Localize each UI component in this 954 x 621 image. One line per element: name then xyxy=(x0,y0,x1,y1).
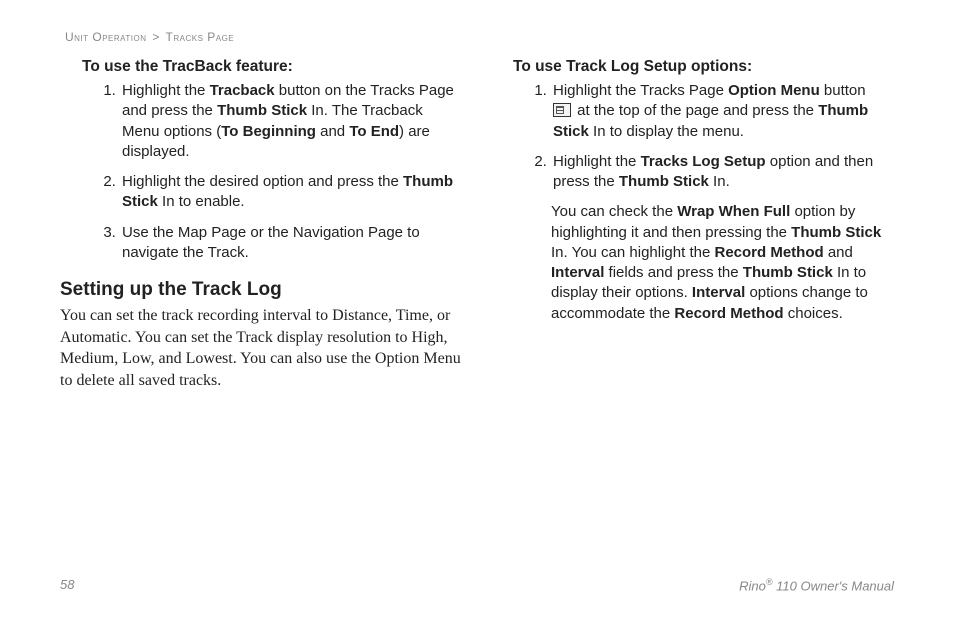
tracklog-step-2: Highlight the Tracks Log Setup option an… xyxy=(551,152,888,193)
text: at the top of the page and press the xyxy=(573,102,818,119)
text: Highlight the xyxy=(553,153,641,170)
section-paragraph: You can set the track recording interval… xyxy=(60,305,463,391)
bold: Record Method xyxy=(674,305,783,322)
option-menu-icon xyxy=(553,103,571,117)
brand: Rino xyxy=(739,578,766,593)
right-column: To use Track Log Setup options: Highligh… xyxy=(491,58,894,391)
bold: Thumb Stick xyxy=(743,264,833,281)
bold: Tracks Log Setup xyxy=(641,153,766,170)
tracback-steps: Highlight the Tracback button on the Tra… xyxy=(120,81,463,263)
text: You can check the xyxy=(551,203,677,220)
bold: Wrap When Full xyxy=(677,203,790,220)
text: Highlight the desired option and press t… xyxy=(122,173,403,190)
text: In. xyxy=(709,173,730,190)
bold: Option Menu xyxy=(728,82,820,99)
text: Highlight the xyxy=(122,82,210,99)
manual-suffix: 110 Owner's Manual xyxy=(773,578,894,593)
bold: Interval xyxy=(692,284,745,301)
tracklog-steps: Highlight the Tracks Page Option Menu bu… xyxy=(551,81,894,192)
text: In to display the menu. xyxy=(589,123,744,140)
left-column: To use the TracBack feature: Highlight t… xyxy=(60,58,463,391)
breadcrumb: Unit Operation > Tracks Page xyxy=(65,30,894,44)
breadcrumb-sep: > xyxy=(152,30,160,44)
bold: Tracback xyxy=(210,82,275,99)
tracback-proc-title: To use the TracBack feature: xyxy=(82,58,463,76)
bold: Record Method xyxy=(714,244,823,261)
manual-title: Rino® 110 Owner's Manual xyxy=(739,577,894,593)
bold: Interval xyxy=(551,264,604,281)
text: choices. xyxy=(784,305,843,322)
tracback-step-2: Highlight the desired option and press t… xyxy=(120,172,457,213)
tracklog-step-1: Highlight the Tracks Page Option Menu bu… xyxy=(551,81,888,142)
text: fields and press the xyxy=(604,264,742,281)
breadcrumb-b: Tracks Page xyxy=(166,30,235,44)
bold: To Beginning xyxy=(221,123,316,140)
tracback-step-3: Use the Map Page or the Navigation Page … xyxy=(120,223,457,264)
text: In. You can highlight the xyxy=(551,244,714,261)
text: In to enable. xyxy=(158,193,245,210)
section-title: Setting up the Track Log xyxy=(60,279,463,301)
registered-icon: ® xyxy=(766,577,773,587)
text: and xyxy=(824,244,853,261)
page-number: 58 xyxy=(60,577,74,593)
breadcrumb-a: Unit Operation xyxy=(65,30,147,44)
tracklog-proc-title: To use Track Log Setup options: xyxy=(513,58,894,76)
text: button xyxy=(820,82,866,99)
bold: Thumb Stick xyxy=(791,224,881,241)
bold: To End xyxy=(349,123,399,140)
page-footer: 58 Rino® 110 Owner's Manual xyxy=(60,577,894,593)
tracklog-note: You can check the Wrap When Full option … xyxy=(551,202,894,324)
bold: Thumb Stick xyxy=(619,173,709,190)
bold: Thumb Stick xyxy=(217,102,307,119)
tracback-step-1: Highlight the Tracback button on the Tra… xyxy=(120,81,457,162)
text: Highlight the Tracks Page xyxy=(553,82,728,99)
content-columns: To use the TracBack feature: Highlight t… xyxy=(60,58,894,391)
text: and xyxy=(316,123,349,140)
